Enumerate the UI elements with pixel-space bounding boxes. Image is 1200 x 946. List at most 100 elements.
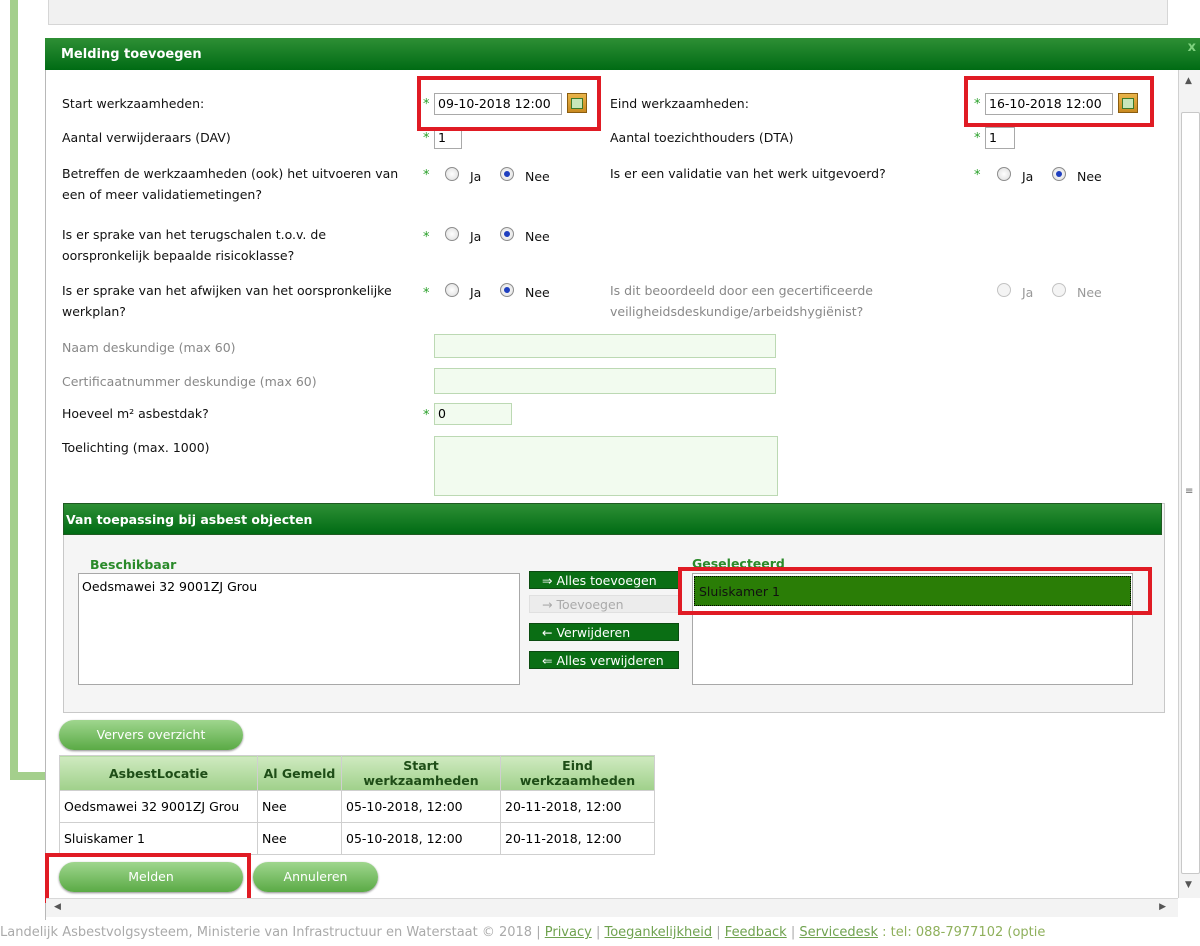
naam-label: Naam deskundige (max 60) [62, 340, 236, 355]
required-mark: * [423, 286, 430, 301]
q2-ja-label: Ja [1022, 169, 1034, 184]
cert-label: Certificaatnummer deskundige (max 60) [62, 374, 317, 389]
q3-nee-radio[interactable] [500, 227, 514, 241]
q3-label-line2: oorspronkelijk bepaalde risicoklasse? [62, 248, 295, 263]
page-footer: Landelijk Asbestvolgsysteem, Ministerie … [0, 920, 1200, 946]
horizontal-scrollbar[interactable]: ◀ ▶ [46, 898, 1178, 917]
m2-label: Hoeveel m² asbestdak? [62, 406, 209, 421]
footer-separator: | [786, 925, 800, 940]
q5-label-line2: veiligheidsdeskundige/arbeidshygiënist? [610, 304, 864, 319]
required-mark: * [974, 168, 981, 183]
toelichting-label: Toelichting (max. 1000) [62, 440, 210, 455]
q1-ja-radio[interactable] [445, 167, 459, 181]
table-cell: Oedsmawei 32 9001ZJ Grou [59, 790, 258, 823]
privacy-link[interactable]: Privacy [545, 925, 592, 940]
required-mark: * [974, 131, 981, 146]
table-cell: 20-11-2018, 12:00 [500, 790, 655, 823]
required-mark: * [423, 131, 430, 146]
available-listbox[interactable]: Oedsmawei 32 9001ZJ Grou [78, 573, 520, 685]
table-cell: Sluiskamer 1 [59, 822, 258, 855]
dav-label: Aantal verwijderaars (DAV) [62, 130, 231, 145]
q3-label-line1: Is er sprake van het terugschalen t.o.v.… [62, 227, 327, 242]
available-label: Beschikbaar [90, 557, 177, 572]
close-icon[interactable]: x [1188, 40, 1196, 55]
remove-button[interactable]: ← Verwijderen [529, 623, 679, 641]
q1-nee-radio[interactable] [500, 167, 514, 181]
q1-label-line1: Betreffen de werkzaamheden (ook) het uit… [62, 166, 399, 181]
table-row: Sluiskamer 1 Nee 05-10-2018, 12:00 20-11… [59, 822, 655, 855]
start-label: Start werkzaamheden: [62, 96, 205, 111]
column-header[interactable]: Eind werkzaamheden [500, 755, 655, 791]
annuleren-button[interactable]: Annuleren [253, 862, 378, 892]
q3-ja-label: Ja [470, 229, 482, 244]
highlight-start-date [417, 76, 601, 131]
q4-label-line1: Is er sprake van het afwijken van het oo… [62, 283, 392, 298]
q4-nee-label: Nee [525, 285, 550, 300]
q5-label-line1: Is dit beoordeeld door een gecertificeer… [610, 283, 873, 298]
q5-ja-label: Ja [1022, 285, 1034, 300]
refresh-overview-button[interactable]: Ververs overzicht [59, 720, 243, 750]
dta-input[interactable]: 1 [985, 127, 1015, 149]
column-header[interactable]: AsbestLocatie [59, 755, 258, 791]
m2-input[interactable]: 0 [434, 403, 512, 425]
q5-nee-label: Nee [1077, 285, 1102, 300]
footer-phone: : tel: 088-7977102 (optie [877, 925, 1046, 940]
required-mark: * [423, 230, 430, 245]
scroll-left-icon[interactable]: ◀ [54, 902, 61, 912]
footer-separator: | [591, 925, 605, 940]
required-mark: * [423, 408, 430, 423]
table-cell: 20-11-2018, 12:00 [500, 822, 655, 855]
servicedesk-link[interactable]: Servicedesk [799, 925, 878, 940]
q1-nee-label: Nee [525, 169, 550, 184]
highlight-melden [45, 853, 251, 903]
objects-panel-header: Van toepassing bij asbest objecten [63, 503, 1162, 535]
highlight-eind-date [964, 76, 1154, 127]
column-header[interactable]: Al Gemeld [257, 755, 342, 791]
page-frame-bottom [10, 772, 48, 780]
scroll-up-icon[interactable]: ▲ [1185, 76, 1192, 86]
naam-input[interactable] [434, 334, 776, 358]
q2-ja-radio[interactable] [997, 167, 1011, 181]
column-header[interactable]: Start werkzaamheden [341, 755, 501, 791]
page-top-panel [48, 0, 1168, 25]
grip-icon: ≡ [1185, 486, 1194, 497]
q2-nee-label: Nee [1077, 169, 1102, 184]
dta-label: Aantal toezichthouders (DTA) [610, 130, 794, 145]
vertical-scrollbar[interactable]: ▲ ≡ ▼ [1178, 70, 1200, 898]
objects-panel-title: Van toepassing bij asbest objecten [66, 512, 313, 527]
q2-nee-radio[interactable] [1052, 167, 1066, 181]
q2-label: Is er een validatie van het werk uitgevo… [610, 166, 886, 181]
scroll-right-icon[interactable]: ▶ [1159, 902, 1166, 912]
table-row: Oedsmawei 32 9001ZJ Grou Nee 05-10-2018,… [59, 790, 655, 823]
table-cell: 05-10-2018, 12:00 [341, 822, 501, 855]
footer-separator: | [712, 925, 725, 940]
table-cell: 05-10-2018, 12:00 [341, 790, 501, 823]
overview-table: AsbestLocatie Al Gemeld Start werkzaamhe… [59, 755, 655, 855]
eind-label: Eind werkzaamheden: [610, 96, 749, 111]
page-frame-left [10, 0, 18, 780]
q5-ja-radio[interactable] [997, 283, 1011, 297]
toelichting-textarea[interactable] [434, 436, 778, 496]
q3-nee-label: Nee [525, 229, 550, 244]
q4-ja-radio[interactable] [445, 283, 459, 297]
q1-label-line2: een of meer validatiemetingen? [62, 187, 262, 202]
remove-all-button[interactable]: ⇐ Alles verwijderen [529, 651, 679, 669]
feedback-link[interactable]: Feedback [725, 925, 787, 940]
footer-text: Landelijk Asbestvolgsysteem, Ministerie … [0, 925, 545, 940]
scroll-down-icon[interactable]: ▼ [1185, 880, 1192, 890]
table-cell: Nee [257, 822, 342, 855]
list-item[interactable]: Oedsmawei 32 9001ZJ Grou [79, 574, 519, 599]
add-button[interactable]: → Toevoegen [529, 595, 679, 613]
q5-nee-radio[interactable] [1052, 283, 1066, 297]
table-cell: Nee [257, 790, 342, 823]
cert-input[interactable] [434, 368, 776, 394]
q3-ja-radio[interactable] [445, 227, 459, 241]
q4-nee-radio[interactable] [500, 283, 514, 297]
q4-label-line2: werkplan? [62, 304, 126, 319]
dialog-titlebar: Melding toevoegen x [45, 38, 1200, 70]
q4-ja-label: Ja [470, 285, 482, 300]
dialog-title: Melding toevoegen [61, 47, 202, 62]
q1-ja-label: Ja [470, 169, 482, 184]
add-all-button[interactable]: ⇒ Alles toevoegen [529, 571, 679, 589]
toegankelijkheid-link[interactable]: Toegankelijkheid [604, 925, 712, 940]
